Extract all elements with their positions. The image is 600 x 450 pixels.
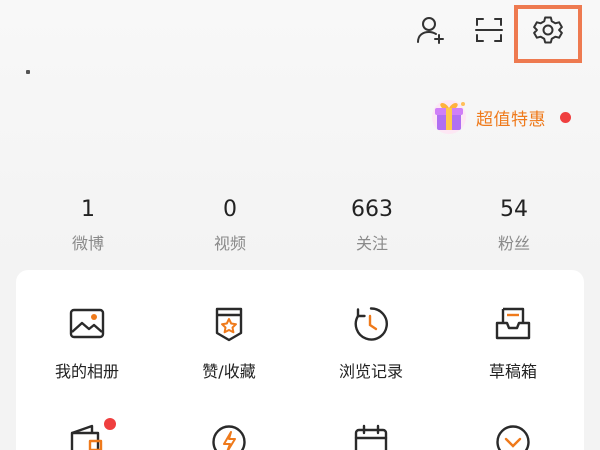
grid-item-wallet[interactable] — [22, 422, 152, 450]
feature-grid-card: 我的相册 赞/收藏 浏览记录 草稿箱 — [16, 270, 584, 450]
profile-screen: 超值特惠 1 微博 0 视频 663 关注 54 粉丝 我的相册 赞/收藏 浏览… — [0, 0, 600, 450]
grid-item-label: 赞/收藏 — [202, 362, 256, 381]
stat-weibo[interactable]: 1 微博 — [33, 196, 143, 257]
grid-item-album[interactable]: 我的相册 — [22, 304, 152, 382]
stat-value: 0 — [223, 197, 237, 222]
drafts-tray-icon — [493, 304, 533, 344]
stat-label: 微博 — [71, 234, 104, 253]
avatar-placeholder-mark — [26, 70, 30, 74]
stat-label: 关注 — [355, 234, 388, 253]
stat-value: 1 — [81, 197, 95, 222]
promo-label: 超值特惠 — [476, 109, 546, 130]
settings-highlight-box — [514, 5, 582, 63]
gift-box-icon — [428, 95, 470, 139]
grid-item-lightning[interactable] — [164, 422, 294, 450]
smile-icon — [493, 422, 533, 450]
wallet-badge-dot — [104, 418, 116, 430]
grid-item-drafts[interactable]: 草稿箱 — [448, 304, 578, 382]
scan-button[interactable] — [469, 12, 509, 52]
stat-value: 54 — [500, 197, 528, 222]
promo-entry[interactable]: 超值特惠 — [428, 96, 571, 138]
grid-item-label: 浏览记录 — [338, 362, 403, 381]
stat-label: 粉丝 — [497, 234, 530, 253]
scan-icon — [473, 14, 505, 50]
stat-followers[interactable]: 54 粉丝 — [459, 196, 569, 257]
lightning-icon — [209, 422, 249, 450]
grid-item-label: 我的相册 — [54, 362, 119, 381]
stat-label: 视频 — [213, 234, 246, 253]
wallet-icon — [67, 422, 107, 450]
history-clock-icon — [351, 304, 391, 344]
add-friend-button[interactable] — [411, 12, 451, 52]
add-friend-icon — [415, 14, 447, 50]
grid-item-likes[interactable]: 赞/收藏 — [164, 304, 294, 382]
grid-item-calendar[interactable] — [306, 422, 436, 450]
photo-album-icon — [67, 304, 107, 344]
calendar-icon — [351, 422, 391, 450]
grid-item-history[interactable]: 浏览记录 — [306, 304, 436, 382]
stat-videos[interactable]: 0 视频 — [175, 196, 285, 257]
grid-item-smile[interactable] — [448, 422, 578, 450]
stat-following[interactable]: 663 关注 — [317, 196, 427, 257]
grid-item-label: 草稿箱 — [488, 362, 537, 381]
stat-value: 663 — [351, 197, 393, 222]
like-favorite-icon — [209, 304, 249, 344]
promo-badge-dot — [560, 111, 571, 123]
